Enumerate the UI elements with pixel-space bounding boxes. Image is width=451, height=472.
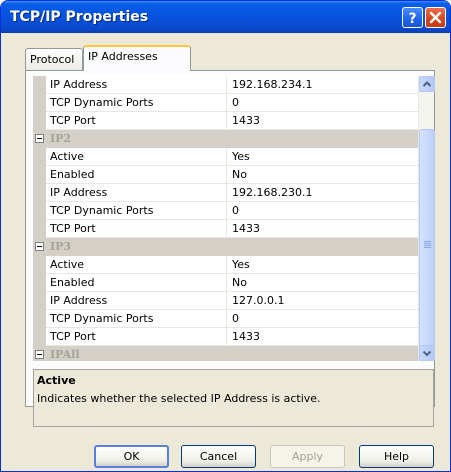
tcpip-properties-dialog: TCP/IP Properties ? Protocol IP Addresse… — [0, 0, 451, 472]
property-row[interactable]: Active Yes — [33, 256, 418, 274]
property-value[interactable]: 1433 — [232, 330, 260, 343]
property-value[interactable]: 192.168.234.1 — [232, 78, 312, 91]
category-label: IPAll — [50, 348, 80, 361]
property-name: Enabled — [50, 276, 95, 289]
category-label: IP3 — [50, 240, 72, 253]
scroll-thumb[interactable] — [419, 129, 435, 360]
property-value[interactable]: No — [232, 168, 247, 181]
property-value[interactable]: Yes — [232, 150, 250, 163]
category-row[interactable]: IPAll — [33, 346, 418, 361]
property-grid[interactable]: IP Address 192.168.234.1 TCP Dynamic Ports… — [33, 76, 418, 361]
property-row[interactable]: TCP Port 1433 — [33, 112, 418, 130]
row-margin — [33, 148, 46, 166]
row-margin — [33, 202, 46, 220]
property-name: Active — [50, 150, 85, 163]
collapse-toggle-icon[interactable] — [35, 350, 44, 359]
row-margin — [33, 328, 46, 346]
property-name: IP Address — [50, 186, 108, 199]
chevron-down-icon — [422, 350, 432, 357]
property-row[interactable]: TCP Port 1433 — [33, 328, 418, 346]
window-title: TCP/IP Properties — [10, 9, 149, 25]
property-value[interactable]: Yes — [232, 258, 250, 271]
row-margin — [33, 166, 46, 184]
row-margin — [33, 220, 46, 238]
property-row[interactable]: Enabled No — [33, 166, 418, 184]
row-margin — [33, 274, 46, 292]
tab-ip-addresses[interactable]: IP Addresses — [83, 45, 191, 71]
category-row[interactable]: IP3 — [33, 238, 418, 256]
row-margin — [33, 310, 46, 328]
column-divider — [226, 310, 227, 328]
column-divider — [226, 166, 227, 184]
property-value[interactable]: 0 — [232, 312, 239, 325]
cancel-button[interactable]: Cancel — [181, 445, 256, 468]
description-pane: Active Indicates whether the selected IP… — [33, 369, 434, 427]
property-name: TCP Port — [50, 114, 96, 127]
help-button[interactable]: Help — [359, 445, 434, 468]
property-row[interactable]: IP Address 127.0.0.1 — [33, 292, 418, 310]
column-divider — [226, 94, 227, 112]
property-value[interactable]: 192.168.230.1 — [232, 186, 312, 199]
tab-protocol[interactable]: Protocol — [25, 48, 83, 70]
property-row[interactable]: Active Yes — [33, 148, 418, 166]
property-row[interactable]: TCP Dynamic Ports 0 — [33, 202, 418, 220]
row-margin — [33, 76, 46, 94]
category-row[interactable]: IP2 — [33, 130, 418, 148]
close-icon — [429, 11, 442, 24]
column-divider — [226, 292, 227, 310]
column-divider — [226, 274, 227, 292]
description-text: Indicates whether the selected IP Addres… — [37, 392, 321, 405]
row-margin — [33, 292, 46, 310]
property-name: IP Address — [50, 78, 108, 91]
property-row[interactable]: IP Address 192.168.234.1 — [33, 76, 418, 94]
property-value[interactable]: 1433 — [232, 114, 260, 127]
svg-text:?: ? — [408, 11, 416, 27]
row-margin — [33, 184, 46, 202]
collapse-toggle-icon[interactable] — [35, 242, 44, 251]
column-divider — [226, 256, 227, 274]
column-divider — [226, 328, 227, 346]
property-value[interactable]: 127.0.0.1 — [232, 294, 284, 307]
property-row[interactable]: TCP Port 1433 — [33, 220, 418, 238]
question-mark-icon: ? — [408, 11, 416, 27]
category-label: IP2 — [50, 132, 72, 145]
property-value[interactable]: 0 — [232, 204, 239, 217]
column-divider — [226, 76, 227, 94]
ok-button[interactable]: OK — [94, 445, 169, 468]
row-margin — [33, 256, 46, 274]
help-title-button[interactable]: ? — [402, 7, 423, 28]
description-title: Active — [37, 374, 76, 387]
property-row[interactable]: TCP Dynamic Ports 0 — [33, 310, 418, 328]
chevron-up-icon — [422, 81, 432, 87]
property-name: TCP Dynamic Ports — [50, 96, 154, 109]
close-button[interactable] — [425, 7, 446, 28]
column-divider — [226, 202, 227, 220]
column-divider — [226, 184, 227, 202]
property-value[interactable]: No — [232, 276, 247, 289]
column-divider — [226, 220, 227, 238]
column-divider — [226, 112, 227, 130]
title-bar[interactable]: TCP/IP Properties ? — [1, 1, 450, 33]
property-value[interactable]: 1433 — [232, 222, 260, 235]
scroll-down-button[interactable] — [419, 345, 435, 361]
collapse-toggle-icon[interactable] — [35, 134, 44, 143]
row-margin — [33, 112, 46, 130]
property-name: TCP Port — [50, 222, 96, 235]
property-row[interactable]: Enabled No — [33, 274, 418, 292]
property-name: TCP Dynamic Ports — [50, 204, 154, 217]
property-name: IP Address — [50, 294, 108, 307]
property-name: TCP Port — [50, 330, 96, 343]
scroll-up-button[interactable] — [419, 76, 435, 92]
apply-button[interactable]: Apply — [270, 445, 345, 468]
vertical-scrollbar[interactable] — [418, 76, 435, 361]
property-name: Active — [50, 258, 85, 271]
property-value[interactable]: 0 — [232, 96, 239, 109]
property-name: TCP Dynamic Ports — [50, 312, 154, 325]
column-divider — [226, 148, 227, 166]
property-row[interactable]: TCP Dynamic Ports 0 — [33, 94, 418, 112]
row-margin — [33, 94, 46, 112]
property-name: Enabled — [50, 168, 95, 181]
property-row[interactable]: IP Address 192.168.230.1 — [33, 184, 418, 202]
